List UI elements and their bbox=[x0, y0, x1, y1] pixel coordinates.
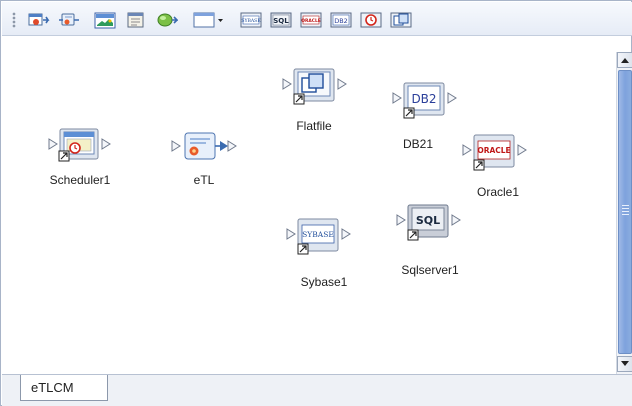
flatfile-toolbar-button[interactable] bbox=[388, 9, 414, 31]
oracle-toolbar-button[interactable]: ORACLE bbox=[298, 9, 324, 31]
scroll-thumb-grip bbox=[622, 205, 629, 217]
db2-icon: DB2 bbox=[392, 82, 457, 119]
sql-icon: SQL bbox=[270, 12, 292, 28]
collaboration-editor-window: SYBASE SQL ORACLE DB2 Scheduler1 eTL Fla… bbox=[0, 0, 632, 406]
flatfile-icon bbox=[390, 12, 412, 28]
node-label: Sybase1 bbox=[300, 275, 348, 289]
svg-text:ORACLE: ORACLE bbox=[301, 18, 321, 24]
db2-icon: DB2 bbox=[330, 12, 352, 28]
sql-icon: SQL bbox=[396, 204, 461, 241]
file-toolbar-button[interactable] bbox=[123, 9, 149, 31]
scroll-thumb[interactable] bbox=[618, 70, 632, 354]
sql-badge: SQL bbox=[416, 214, 440, 227]
db-connector-toolbar-button[interactable] bbox=[154, 9, 180, 31]
oracle-icon: ORACLE bbox=[462, 134, 527, 171]
scroll-up-button[interactable] bbox=[617, 52, 632, 68]
toolbar: SYBASE SQL ORACLE DB2 bbox=[2, 2, 632, 36]
scheduler-icon bbox=[28, 13, 50, 26]
node-sqlserver[interactable]: SQL Sqlserver1 bbox=[394, 203, 474, 279]
arrow-down-icon bbox=[621, 361, 629, 366]
scroll-down-button[interactable] bbox=[617, 356, 632, 372]
node-oracle[interactable]: ORACLE Oracle1 bbox=[460, 133, 540, 203]
sybase-icon: SYBASE bbox=[240, 12, 262, 28]
vertical-scrollbar[interactable] bbox=[616, 52, 632, 374]
editor-tab-bar: eTLCM bbox=[2, 374, 632, 406]
scheduler-toolbar-button[interactable] bbox=[26, 9, 52, 31]
node-label: Oracle1 bbox=[476, 185, 520, 199]
node-label: Sqlserver1 bbox=[401, 263, 459, 277]
etl-collaboration-icon bbox=[171, 132, 237, 160]
flatfile-icon bbox=[282, 68, 347, 105]
node-flatfile[interactable]: Flatfile bbox=[280, 67, 360, 137]
schedule-target-icon bbox=[360, 12, 382, 28]
oracle-badge: ORACLE bbox=[477, 146, 510, 155]
schedule-target-toolbar-button[interactable] bbox=[358, 9, 384, 31]
arrow-up-icon bbox=[621, 58, 629, 63]
tab-etlcm[interactable]: eTLCM bbox=[20, 375, 108, 401]
sybase-badge: SYBASE bbox=[302, 230, 334, 239]
db2-toolbar-button[interactable]: DB2 bbox=[328, 9, 354, 31]
db2-badge: DB2 bbox=[411, 92, 436, 106]
node-label: Flatfile bbox=[296, 119, 332, 133]
node-sybase[interactable]: SYBASE Sybase1 bbox=[284, 217, 364, 293]
window-dropdown-button[interactable] bbox=[192, 9, 226, 31]
node-label: Scheduler1 bbox=[49, 173, 111, 187]
oracle-icon: ORACLE bbox=[300, 12, 322, 28]
svg-text:SYBASE: SYBASE bbox=[241, 18, 260, 24]
node-label: eTL bbox=[193, 173, 215, 187]
sybase-toolbar-button[interactable]: SYBASE bbox=[238, 9, 264, 31]
svg-text:SQL: SQL bbox=[273, 17, 289, 25]
etl-toolbar-button[interactable] bbox=[56, 9, 82, 31]
node-label: DB21 bbox=[402, 137, 434, 151]
database-connector-icon bbox=[157, 13, 178, 27]
window-dropdown-icon bbox=[193, 12, 223, 28]
svg-text:DB2: DB2 bbox=[334, 17, 348, 25]
batch-toolbar-button[interactable] bbox=[92, 9, 118, 31]
sql-toolbar-button[interactable]: SQL bbox=[268, 9, 294, 31]
node-scheduler[interactable]: Scheduler1 bbox=[46, 127, 118, 197]
node-db2[interactable]: DB2 DB21 bbox=[390, 81, 470, 151]
etl-collaboration-icon bbox=[59, 13, 79, 26]
sybase-icon: SYBASE bbox=[286, 218, 351, 255]
node-etl[interactable]: eTL bbox=[170, 129, 242, 189]
batch-icon bbox=[94, 12, 116, 29]
collaboration-canvas[interactable]: Scheduler1 eTL Flatfile DB2 DB21 ORACLE … bbox=[2, 37, 616, 373]
file-icon bbox=[127, 12, 144, 28]
scheduler-icon bbox=[48, 128, 111, 162]
toolbar-grip[interactable] bbox=[12, 12, 16, 28]
